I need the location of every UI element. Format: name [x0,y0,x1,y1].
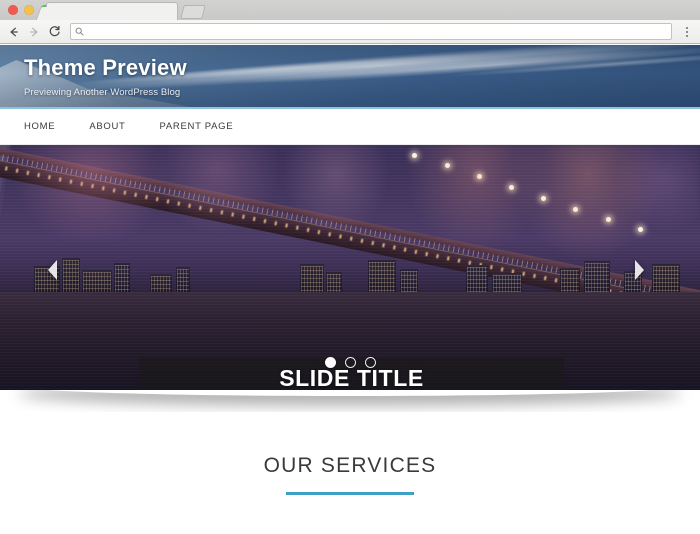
slide-title: SLIDE TITLE [279,364,424,391]
chevron-left-icon[interactable] [42,257,64,283]
minimize-window-button[interactable] [24,5,34,15]
forward-arrow-icon[interactable] [24,22,44,42]
hero-slider: SLIDE TITLE tudi v priljubljenih program… [0,145,700,390]
nav-item-about[interactable]: ABOUT [89,121,125,132]
slide-caption: SLIDE TITLE tudi v priljubljenih program… [0,145,700,390]
page-viewport: Theme Preview Previewing Another WordPre… [0,45,700,534]
browser-window: Theme Preview Previewing Another WordPre… [0,0,700,534]
search-icon [75,27,84,36]
chevron-right-icon[interactable] [628,257,650,283]
services-heading-rule [286,492,414,495]
site-branding: Theme Preview Previewing Another WordPre… [24,55,187,98]
nav-item-home[interactable]: HOME [24,121,55,132]
header-accent-rule [0,107,700,109]
browser-tab-bar [0,0,700,20]
site-title[interactable]: Theme Preview [24,55,187,80]
site-tagline: Previewing Another WordPress Blog [24,87,181,99]
services-heading: OUR SERVICES [263,454,437,477]
browser-tab[interactable] [46,2,178,20]
reload-icon[interactable] [44,22,64,42]
address-bar[interactable] [70,23,672,40]
slider-dot-2[interactable] [344,357,356,368]
new-tab-button[interactable] [180,5,206,19]
site-header: Theme Preview Previewing Another WordPre… [0,45,700,109]
slider-dot-3[interactable] [364,357,376,368]
browser-toolbar [0,20,700,44]
slider-drop-shadow [0,390,700,412]
services-section: OUR SERVICES [0,412,700,495]
nav-item-parent-page[interactable]: PARENT PAGE [160,121,234,132]
slider-dot-1[interactable] [324,357,336,368]
slider-pagination [0,357,700,368]
close-window-button[interactable] [8,5,18,15]
primary-navigation: HOME ABOUT PARENT PAGE [0,109,700,145]
kebab-menu-icon[interactable] [678,22,696,42]
back-arrow-icon[interactable] [4,22,24,42]
